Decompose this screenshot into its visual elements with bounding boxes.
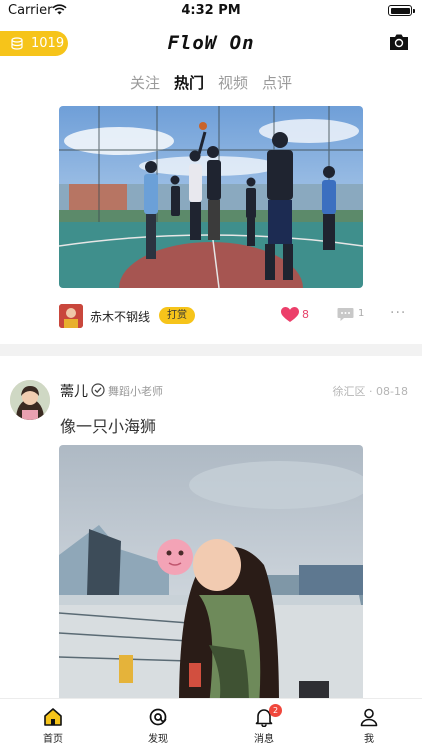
discover-icon xyxy=(149,708,167,726)
user-tag: 舞蹈小老师 xyxy=(108,385,163,398)
battery-icon xyxy=(388,5,415,16)
feed-tabs: 关注 热门 视频 点评 xyxy=(0,72,422,98)
heart-icon[interactable] xyxy=(281,307,299,323)
nav-home[interactable]: 首页 xyxy=(23,703,83,747)
post-date: 08-18 xyxy=(376,385,408,398)
author-avatar-image xyxy=(59,304,83,328)
post-text: 像一只小海狮 xyxy=(60,417,157,436)
post-photo-portrait[interactable] xyxy=(59,445,363,698)
user-name[interactable]: 薷儿 xyxy=(60,381,88,401)
feed-list[interactable]: 赤木不钢线 打赏 8 1 ··· 薷儿 舞蹈小老师 徐汇区 · 08-18 像一… xyxy=(0,104,422,698)
comment-count: 1 xyxy=(358,308,365,319)
basketball-photo-image xyxy=(59,106,363,288)
nav-discover-label: 发现 xyxy=(148,734,168,745)
nav-discover[interactable]: 发现 xyxy=(128,703,188,747)
nav-profile-label: 我 xyxy=(364,734,374,745)
comment-icon[interactable] xyxy=(337,307,354,322)
more-options-icon[interactable]: ··· xyxy=(390,305,406,321)
user-icon xyxy=(360,708,378,727)
post-footer: 赤木不钢线 打赏 8 1 ··· xyxy=(59,302,412,330)
camera-icon[interactable] xyxy=(389,33,409,51)
author-name[interactable]: 赤木不钢线 xyxy=(90,308,150,325)
home-icon xyxy=(44,708,62,726)
post-location: 徐汇区 xyxy=(332,385,366,398)
verified-badge-icon xyxy=(91,383,105,397)
tab-following[interactable]: 关注 xyxy=(130,72,160,98)
like-count: 8 xyxy=(302,308,309,321)
nav-home-label: 首页 xyxy=(43,734,63,745)
notification-badge: 2 xyxy=(269,704,282,717)
tab-popular[interactable]: 热门 xyxy=(174,72,204,98)
status-bar: Carrier 4:32 PM xyxy=(0,0,422,22)
post-meta: 徐汇区 · 08-18 xyxy=(332,385,408,398)
tab-video[interactable]: 视频 xyxy=(218,72,248,98)
user-avatar-image xyxy=(10,380,50,420)
app-header: 1019 FloW On xyxy=(0,26,422,62)
nav-messages[interactable]: 2 消息 xyxy=(234,703,294,747)
post-photo-basketball[interactable] xyxy=(59,106,363,288)
app-title: FloW On xyxy=(167,32,255,54)
user-avatar[interactable] xyxy=(10,380,50,420)
tab-review[interactable]: 点评 xyxy=(262,72,292,98)
author-avatar[interactable] xyxy=(59,304,83,328)
nav-messages-label: 消息 xyxy=(254,734,274,745)
portrait-photo-image xyxy=(59,445,363,698)
nav-profile[interactable]: 我 xyxy=(339,703,399,747)
post-divider xyxy=(0,344,422,356)
clock: 4:32 PM xyxy=(181,3,241,18)
bottom-tab-bar: 首页 发现 2 消息 我 xyxy=(0,698,422,750)
tip-button[interactable]: 打赏 xyxy=(159,307,195,324)
